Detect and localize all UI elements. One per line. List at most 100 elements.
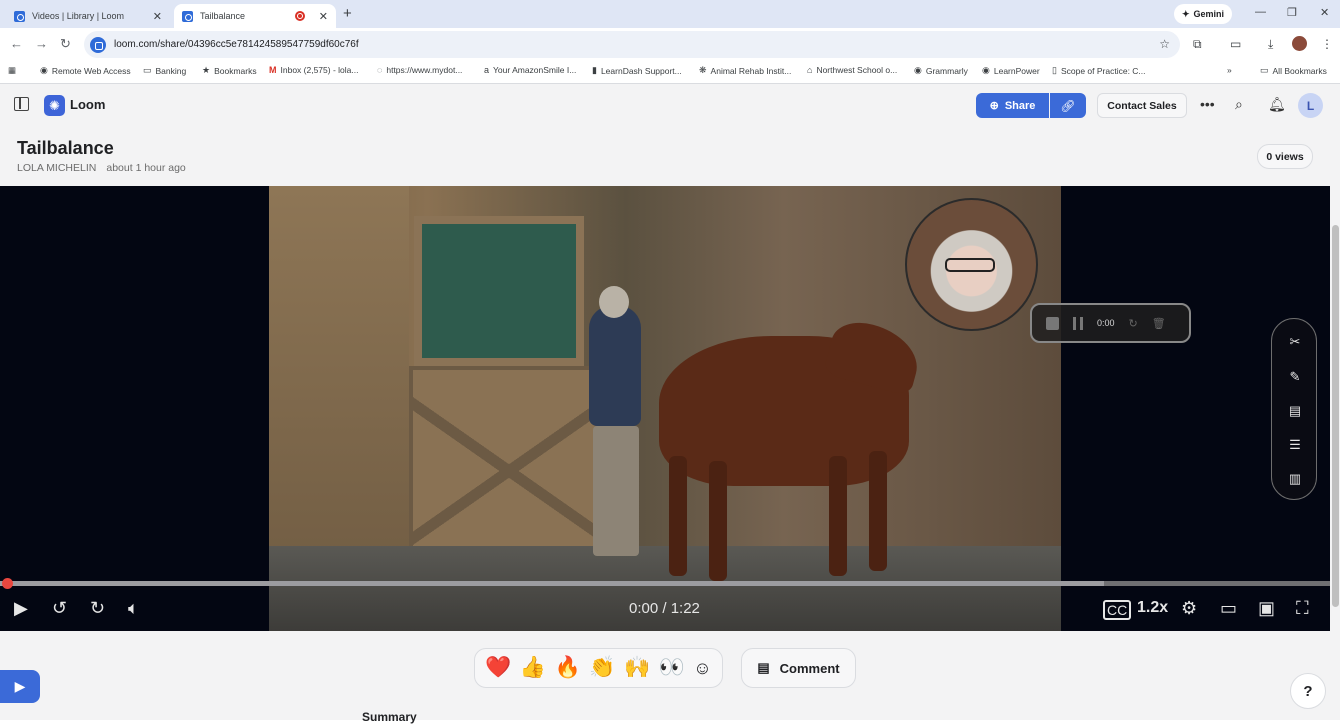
- brand-name[interactable]: Loom: [70, 97, 105, 112]
- comment-label: Comment: [779, 660, 840, 676]
- forward-5-icon[interactable]: ↻: [90, 598, 105, 619]
- restore-icon[interactable]: ❐: [1287, 6, 1297, 19]
- help-button[interactable]: ?: [1290, 673, 1326, 709]
- author-name[interactable]: LOLA MICHELIN: [17, 162, 96, 174]
- horse-leg: [869, 451, 887, 571]
- bookmark-item[interactable]: ★ Bookmarks: [202, 65, 257, 76]
- all-bookmarks[interactable]: ▭ All Bookmarks: [1260, 65, 1327, 76]
- stop-icon[interactable]: [1046, 316, 1059, 330]
- horse-leg: [669, 456, 687, 576]
- close-tab-icon[interactable]: ✕: [153, 10, 162, 23]
- rewind-5-icon[interactable]: ↺: [52, 598, 67, 619]
- reload-icon[interactable]: ↻: [60, 36, 71, 52]
- volume-icon[interactable]: 🔈︎: [128, 598, 139, 619]
- menu-kebab-icon[interactable]: ⋮: [1321, 37, 1333, 51]
- sidebar-toggle-icon[interactable]: [14, 97, 29, 111]
- views-button[interactable]: 0 views: [1257, 144, 1313, 169]
- thumbs-up-reaction[interactable]: 👍: [520, 656, 546, 680]
- add-emoji-icon[interactable]: ☺: [693, 658, 711, 679]
- new-tab-icon[interactable]: +: [343, 5, 352, 22]
- video-player[interactable]: 0:00 ↻ 🗑︎ ✂ ✎ ▤ ☰ ▥ ▶ ↺ ↻ 🔈︎ 0:00 / 1:22…: [0, 186, 1330, 631]
- bookmark-item[interactable]: a Your AmazonSmile I...: [484, 65, 576, 75]
- clap-reaction[interactable]: 👏: [589, 656, 615, 680]
- record-video-button[interactable]: ▶︎: [0, 670, 40, 703]
- scrollbar-thumb[interactable]: [1332, 225, 1339, 607]
- restart-icon[interactable]: ↻: [1129, 317, 1138, 330]
- more-options-icon[interactable]: •••: [1200, 96, 1215, 112]
- scissors-icon[interactable]: ✂: [1286, 333, 1304, 351]
- extensions-icon[interactable]: ⧉: [1193, 37, 1202, 52]
- comment-bubble-icon: ▤: [757, 660, 770, 675]
- comment-button[interactable]: ▤ Comment: [741, 648, 856, 688]
- tab-videos-library[interactable]: Videos | Library | Loom ✕: [6, 4, 170, 28]
- url-text: loom.com/share/04396cc5e781424589547759d…: [114, 39, 359, 50]
- download-icon[interactable]: ⤓: [1268, 37, 1273, 52]
- bookmark-label: Northwest School o...: [816, 65, 898, 75]
- back-icon[interactable]: ←: [10, 36, 23, 51]
- horse-leg: [829, 456, 847, 576]
- copy-link-button[interactable]: 🔗︎: [1050, 93, 1086, 118]
- chapters-icon[interactable]: ☰: [1286, 436, 1304, 454]
- chart-icon: ▮: [592, 65, 597, 75]
- video-title[interactable]: Tailbalance: [17, 138, 114, 159]
- progress-handle[interactable]: [2, 578, 13, 589]
- pause-icon[interactable]: [1073, 316, 1083, 330]
- star-icon: ★: [202, 65, 211, 75]
- tab-tailbalance[interactable]: Tailbalance ✕: [174, 4, 336, 28]
- loom-logo-icon[interactable]: ✺: [44, 95, 65, 116]
- paw-icon: ❋: [699, 65, 707, 75]
- settings-gear-icon[interactable]: ⚙: [1181, 598, 1197, 619]
- edit-pencil-icon[interactable]: ✎: [1286, 368, 1304, 386]
- minimize-icon[interactable]: —: [1255, 6, 1266, 18]
- bell-icon[interactable]: 🔔︎: [1268, 96, 1286, 113]
- bookmark-item[interactable]: ❋ Animal Rehab Instit...: [699, 65, 791, 76]
- raised-hands-reaction[interactable]: 🙌: [624, 656, 650, 680]
- user-avatar[interactable]: L: [1298, 93, 1323, 118]
- contact-sales-button[interactable]: Contact Sales: [1097, 93, 1187, 118]
- fire-reaction[interactable]: 🔥: [555, 656, 581, 680]
- site-info-icon[interactable]: [90, 36, 106, 53]
- search-icon[interactable]: ⌕: [1235, 96, 1243, 113]
- captions-icon[interactable]: CC: [1103, 600, 1132, 620]
- webcam-bubble[interactable]: [905, 198, 1038, 331]
- all-bookmarks-label: All Bookmarks: [1272, 65, 1327, 76]
- bookmark-label: Animal Rehab Instit...: [710, 65, 792, 76]
- tab-title: Videos | Library | Loom: [32, 11, 125, 21]
- close-window-icon[interactable]: ✕: [1320, 6, 1329, 19]
- theater-mode-icon[interactable]: ▭: [1220, 598, 1237, 619]
- eyes-reaction[interactable]: 👀: [659, 656, 685, 680]
- gemini-button[interactable]: ✦ Gemini: [1174, 4, 1233, 24]
- profile-avatar[interactable]: [1292, 36, 1307, 51]
- more-bookmarks-icon[interactable]: »: [1227, 65, 1232, 75]
- cast-icon[interactable]: ▭: [1230, 37, 1241, 51]
- bookmark-item[interactable]: ▮ LearnDash Support...: [592, 65, 682, 76]
- url-field[interactable]: loom.com/share/04396cc5e781424589547759d…: [84, 31, 1180, 58]
- bookmark-label: Inbox (2,575) - lola...: [280, 65, 359, 75]
- picture-in-picture-icon[interactable]: ▣: [1258, 598, 1275, 619]
- bookmark-item[interactable]: ◉ Remote Web Access: [40, 65, 131, 76]
- heart-reaction[interactable]: ❤️: [485, 656, 511, 680]
- insights-icon[interactable]: ▥: [1286, 470, 1304, 488]
- bookmark-item[interactable]: ◌ https://www.mydot...: [377, 65, 462, 75]
- forward-icon[interactable]: →: [35, 36, 48, 51]
- bookmark-item[interactable]: ⌂ Northwest School o...: [807, 65, 897, 75]
- bookmark-item[interactable]: ▯ Scope of Practice: C...: [1052, 65, 1146, 76]
- bookmark-star-icon[interactable]: ☆: [1159, 37, 1170, 51]
- gemini-sparkle-icon: ✦: [1182, 8, 1190, 19]
- share-button[interactable]: ⊕ Share: [976, 93, 1049, 118]
- comment-icon[interactable]: ▤: [1286, 402, 1304, 420]
- apps-grid-icon[interactable]: ▦: [8, 65, 16, 76]
- bookmark-label: Grammarly: [925, 65, 968, 76]
- progress-bar[interactable]: [0, 578, 1330, 589]
- bookmark-label: Remote Web Access: [51, 65, 131, 76]
- fullscreen-icon[interactable]: ⛶: [1296, 598, 1309, 619]
- play-icon[interactable]: ▶: [14, 598, 28, 619]
- trash-icon[interactable]: 🗑︎: [1152, 317, 1166, 330]
- bookmark-item[interactable]: M Inbox (2,575) - lola...: [269, 65, 358, 75]
- stall-door: [409, 366, 609, 576]
- bookmark-item[interactable]: ◉ LearnPower: [982, 65, 1040, 76]
- bookmark-item[interactable]: ▭ Banking: [143, 65, 186, 76]
- bookmark-item[interactable]: ◉ Grammarly: [914, 65, 968, 76]
- close-tab-icon[interactable]: ✕: [319, 10, 328, 23]
- playback-speed[interactable]: 1.2x: [1137, 599, 1168, 617]
